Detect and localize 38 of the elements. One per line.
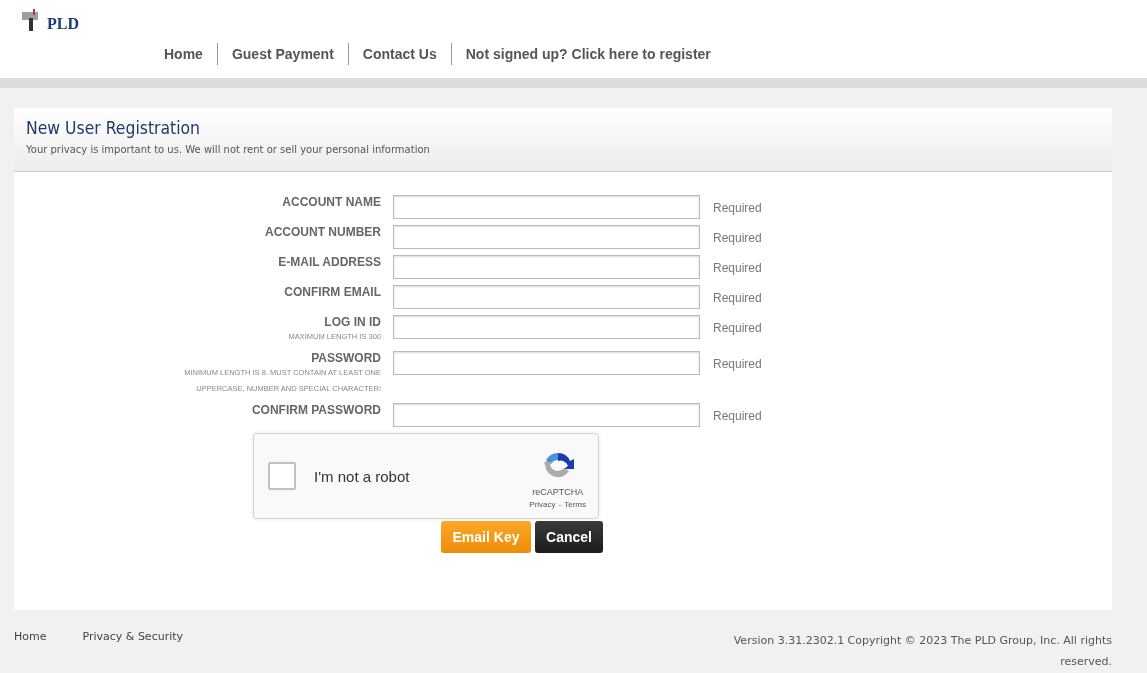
captcha-brand: reCAPTCHA bbox=[532, 487, 584, 497]
field-label: E-MAIL ADDRESS bbox=[277, 255, 381, 269]
input-field[interactable] bbox=[393, 195, 700, 219]
required-note: Required bbox=[713, 356, 762, 371]
field-label: PASSWORD bbox=[310, 351, 381, 365]
copyright-text: Version 3.31.2302.1 Copyright © 2023 The PLD Group, Inc. All rights reserved. bbox=[732, 633, 1112, 670]
privacy-link[interactable]: Privacy bbox=[529, 500, 556, 509]
required-note: Required bbox=[713, 320, 762, 335]
field-label: LOG IN ID bbox=[323, 315, 381, 329]
footer-link[interactable]: Privacy & Security bbox=[82, 630, 184, 643]
footer-link[interactable]: Home bbox=[14, 630, 47, 643]
input-field[interactable] bbox=[393, 255, 700, 279]
cancel-button[interactable]: Cancel bbox=[535, 521, 603, 553]
nav-link[interactable]: Guest Payment bbox=[217, 46, 348, 62]
required-note: Required bbox=[713, 408, 762, 423]
field-label: ACCOUNT NAME bbox=[281, 195, 381, 209]
nav-link[interactable]: Home bbox=[150, 46, 217, 62]
field-label: ACCOUNT NUMBER bbox=[264, 225, 381, 239]
logo-text: PLD bbox=[47, 16, 79, 32]
required-note: Required bbox=[713, 230, 762, 245]
required-note: Required bbox=[713, 200, 762, 215]
input-field[interactable] bbox=[393, 315, 700, 339]
required-note: Required bbox=[713, 290, 762, 305]
captcha-label: I'm not a robot bbox=[314, 467, 411, 485]
input-field[interactable] bbox=[393, 351, 700, 375]
panel-subtitle: Your privacy is important to us. We will not rent or sell your personal information bbox=[26, 144, 431, 155]
input-field[interactable] bbox=[393, 225, 700, 249]
nav-link[interactable]: Not signed up? Click here to register bbox=[451, 46, 725, 62]
required-note: Required bbox=[713, 260, 762, 275]
field-label: CONFIRM PASSWORD bbox=[250, 403, 381, 417]
panel-title: New User Registration bbox=[26, 118, 201, 138]
input-field[interactable] bbox=[393, 403, 700, 427]
nav-link[interactable]: Contact Us bbox=[348, 46, 451, 62]
captcha-checkbox[interactable] bbox=[268, 462, 296, 490]
terms-link[interactable]: Terms bbox=[564, 500, 586, 509]
field-label: CONFIRM EMAIL bbox=[283, 285, 381, 299]
link-separator: - bbox=[558, 500, 562, 509]
input-field[interactable] bbox=[393, 285, 700, 309]
